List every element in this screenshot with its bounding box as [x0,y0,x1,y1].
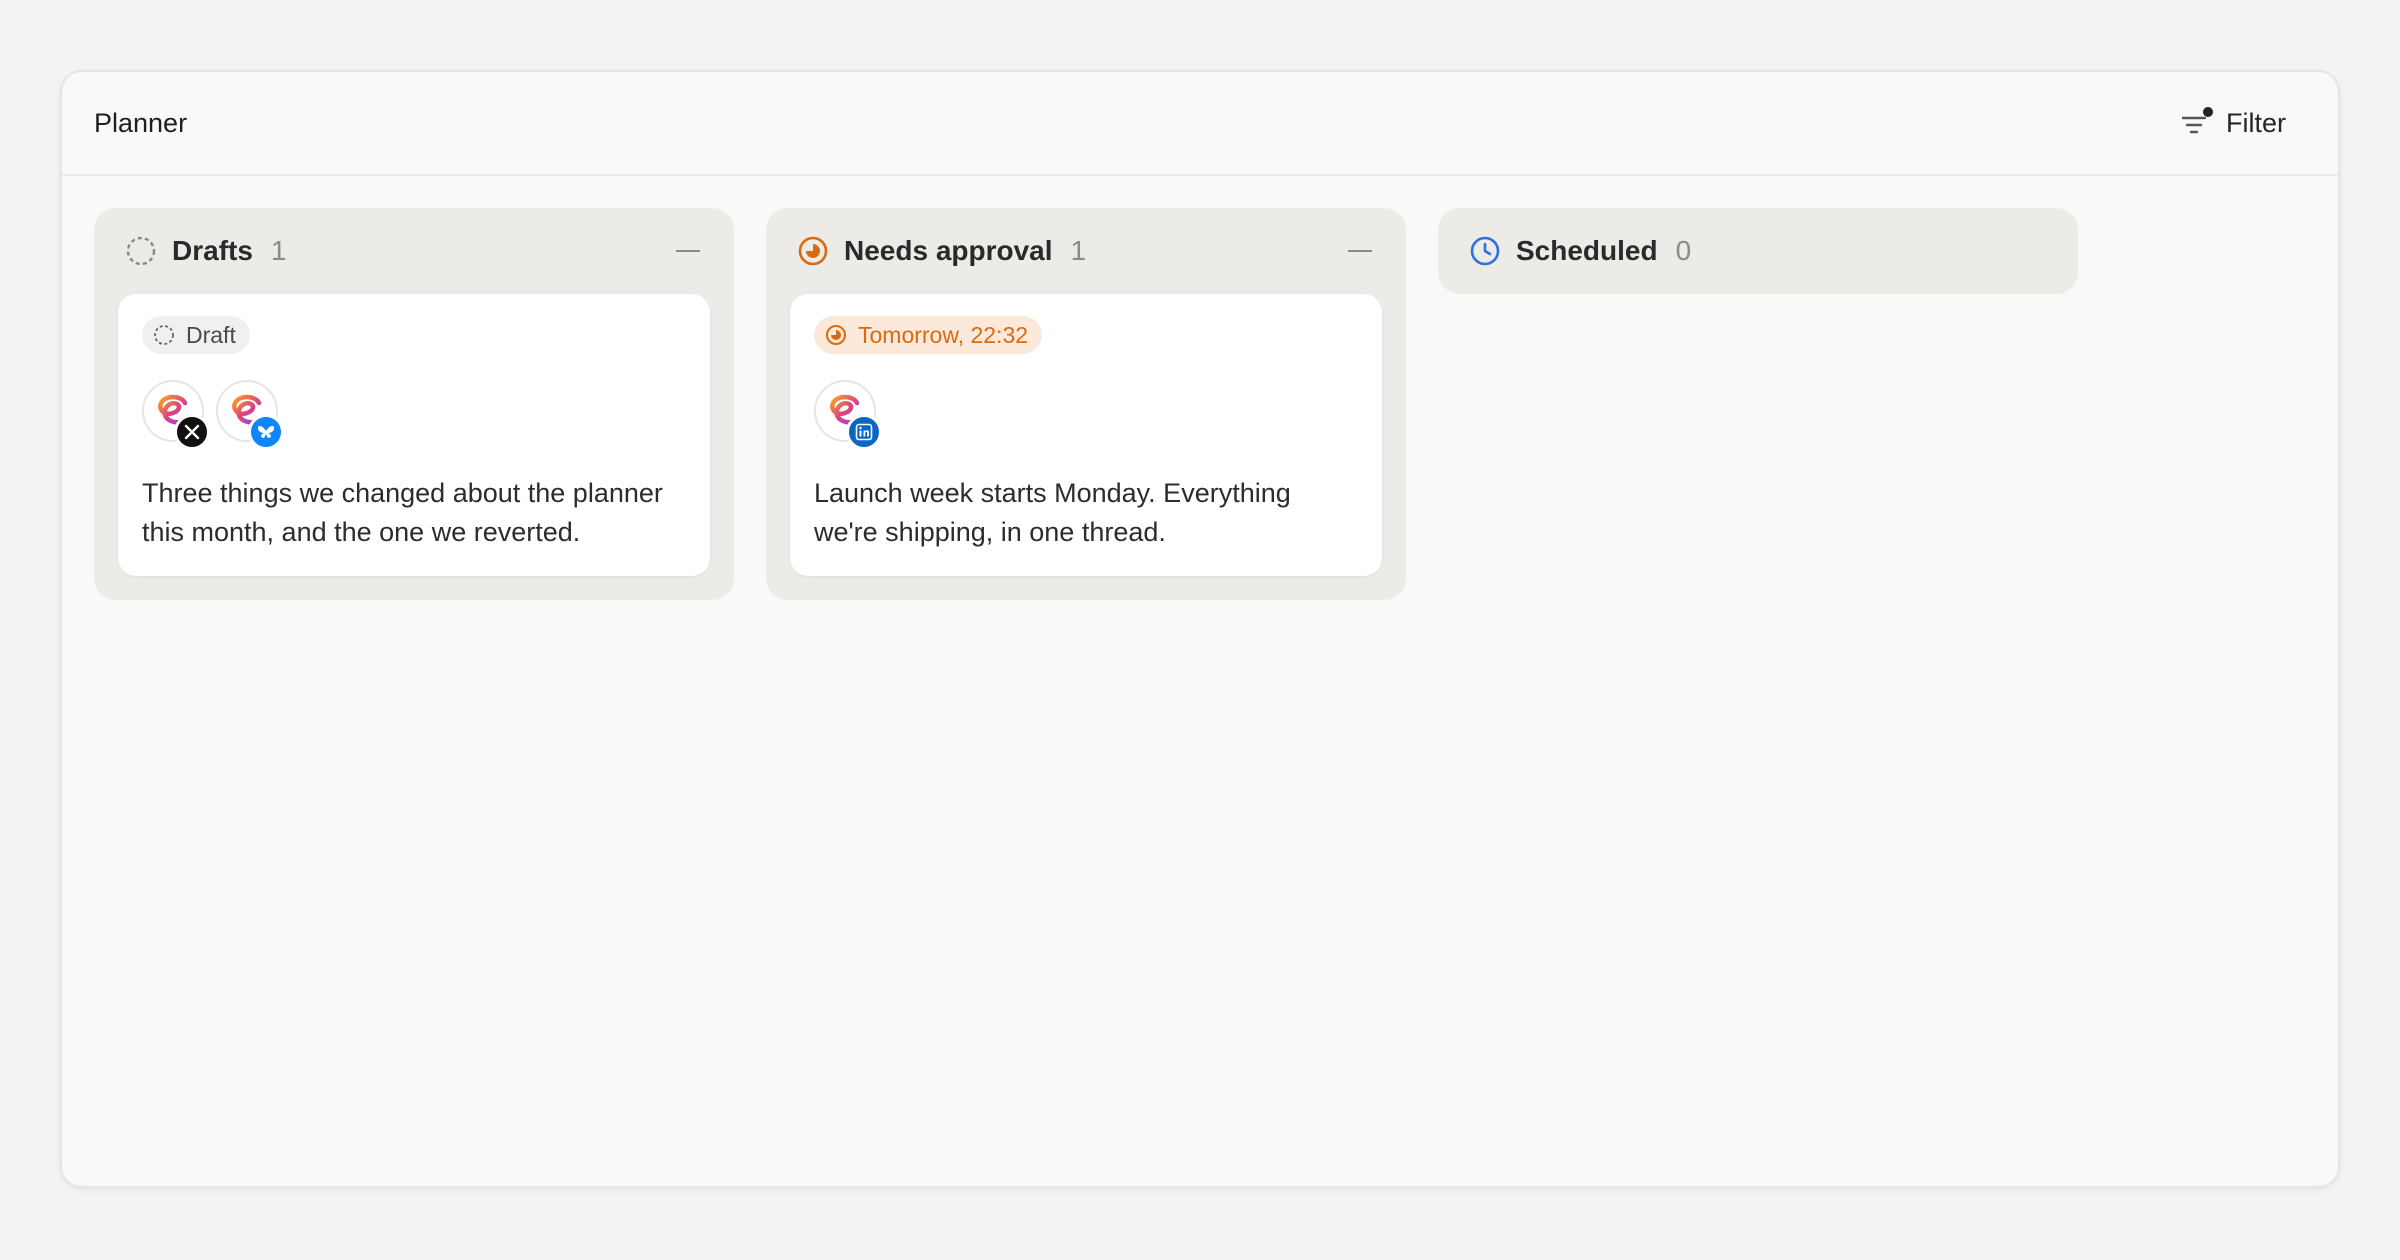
status-label: Draft [186,321,236,348]
post-card[interactable]: Draft Three things we changed about the … [118,294,710,576]
account-avatars [142,380,686,450]
collapse-button[interactable] [1348,250,1372,252]
avatar[interactable] [216,380,284,450]
column-header-needs-approval: Needs approval 1 [790,208,1382,294]
filter-label: Filter [2226,107,2286,138]
page-title: Planner [94,107,188,138]
x-icon [174,414,210,450]
collapse-button[interactable] [676,250,700,252]
avatar[interactable] [814,380,882,450]
status-badge: Draft [142,316,250,354]
clock-icon [1468,234,1502,268]
column-count: 1 [270,235,287,266]
column-drafts: Drafts 1 Draft Three things we changed a… [94,208,734,600]
post-text: Launch week starts Monday. Everything we… [814,478,1291,547]
bluesky-icon [248,414,284,450]
dashed-circle-icon [124,234,158,268]
planner-header: Planner Filter [62,72,2338,176]
board: Drafts 1 Draft Three things we changed a… [62,176,2338,632]
column-header-scheduled: Scheduled 0 [1462,208,2054,294]
dashed-circle-icon [154,325,174,345]
schedule-badge: Tomorrow, 22:32 [814,316,1043,354]
column-title: Scheduled [1516,235,1658,266]
column-count: 0 [1675,235,1692,266]
post-text: Three things we changed about the planne… [142,478,663,547]
column-title: Drafts [172,235,253,266]
column-count: 1 [1070,235,1087,266]
column-needs-approval: Needs approval 1 Tomorrow, 22:32 Launch … [766,208,1406,600]
account-avatars [814,380,1358,450]
column-scheduled: Scheduled 0 [1438,208,2078,294]
planner-window: Planner Filter Drafts 1 Draft Three thin… [60,70,2340,1188]
approval-status-icon [796,234,830,268]
column-header-drafts: Drafts 1 [118,208,710,294]
avatar[interactable] [142,380,210,450]
linkedin-icon [846,414,882,450]
filter-icon [2180,106,2214,140]
approval-status-icon [826,325,846,345]
schedule-label: Tomorrow, 22:32 [858,321,1029,348]
filter-button[interactable]: Filter [2180,106,2286,140]
column-title: Needs approval [844,235,1053,266]
post-card[interactable]: Tomorrow, 22:32 Launch week starts Monda… [790,294,1382,576]
